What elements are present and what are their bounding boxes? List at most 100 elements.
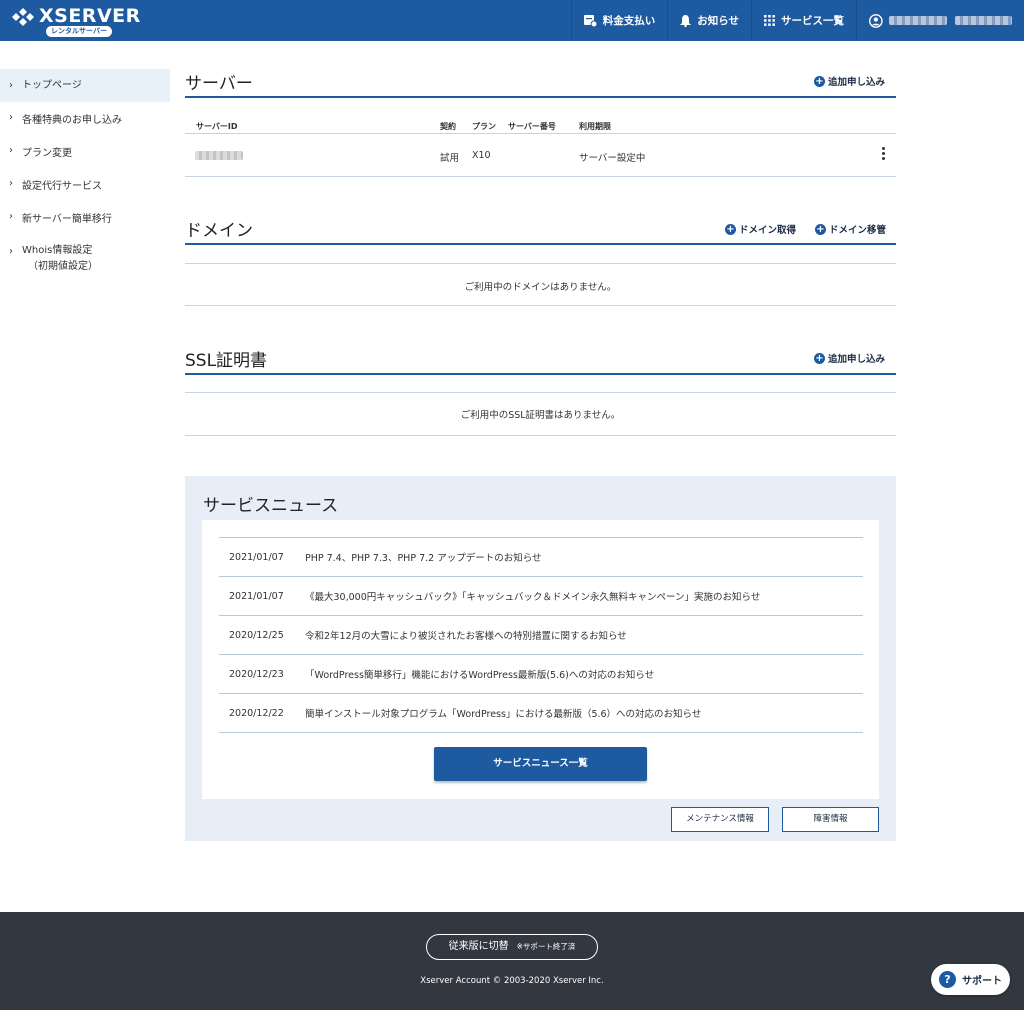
support-label: サポート: [962, 976, 1002, 987]
chevron-right-icon: ›: [9, 80, 13, 91]
switch-legacy-note: ※サポート終了済: [516, 942, 576, 951]
news-item[interactable]: 2021/01/07 《最大30,000円キャッシュバック》「キャッシュバック＆…: [219, 576, 863, 615]
server-plan-value: X10: [472, 150, 491, 161]
server-title-rule: [185, 96, 896, 98]
logo-subtitle: レンタルサーバー: [46, 26, 112, 37]
diamond-logo-icon: [12, 8, 34, 26]
server-table-bottom-rule: [185, 176, 896, 177]
ssl-section-title: SSL証明書: [185, 351, 268, 371]
header-nav: 料金支払い お知らせ サービス一覧: [570, 0, 1024, 41]
server-table-header-rule: [185, 133, 896, 134]
news-item[interactable]: 2020/12/23 「WordPress簡単移行」機能におけるWordPres…: [219, 654, 863, 693]
nav-service-list-label: サービス一覧: [781, 15, 844, 27]
sidebar-item-sublabel: （初期値設定）: [28, 261, 98, 272]
switch-legacy-label: 従来版に切替: [448, 941, 509, 952]
server-id-redacted: [195, 151, 243, 160]
sidebar-item-setup-service[interactable]: › 設定代行サービス: [0, 177, 170, 201]
server-section-title: サーバー: [185, 74, 253, 94]
sidebar-item-label: Whois情報設定: [22, 245, 93, 256]
col-server-id: サーバーID: [196, 122, 238, 131]
ssl-header-rule: [185, 392, 896, 393]
user-name-redacted: [888, 16, 948, 25]
failure-info-button[interactable]: 障害情報: [782, 807, 879, 832]
question-icon: ?: [939, 971, 956, 988]
news-date: 2020/12/23: [229, 668, 284, 680]
ssl-empty-message: ご利用中のSSL証明書はありません。: [460, 410, 621, 421]
sidebar: › トップページ › 各種特典のお申し込み › プラン変更 › 設定代行サービス…: [0, 69, 170, 275]
server-status-value: サーバー設定中: [579, 153, 646, 164]
news-list-bottom-rule: [219, 732, 863, 733]
logo-text: XSERVER: [39, 5, 141, 27]
more-vertical-icon[interactable]: [880, 147, 886, 163]
chevron-right-icon: ›: [9, 112, 13, 123]
domain-bottom-rule: [185, 305, 896, 306]
news-title: サービスニュース: [203, 496, 339, 516]
sidebar-item-label: 各種特典のお申し込み: [22, 115, 122, 126]
sidebar-item-benefits[interactable]: › 各種特典のお申し込み: [0, 111, 170, 135]
service-news-panel: サービスニュース 2021/01/07 PHP 7.4、PHP 7.3、PHP …: [185, 476, 896, 841]
plus-circle-icon: +: [814, 352, 825, 364]
footer: 従来版に切替 ※サポート終了済 Xserver Account © 2003-20…: [0, 912, 1024, 1010]
news-list-button[interactable]: サービスニュース一覧: [434, 747, 647, 781]
news-date: 2020/12/25: [229, 629, 284, 641]
sidebar-item-label: 設定代行サービス: [22, 181, 102, 192]
domain-title-rule: [185, 243, 896, 245]
news-item[interactable]: 2021/01/07 PHP 7.4、PHP 7.3、PHP 7.2 アップデー…: [219, 537, 863, 576]
nav-notice-label: お知らせ: [697, 15, 739, 27]
ssl-title-rule: [185, 373, 896, 375]
maintenance-info-button[interactable]: メンテナンス情報: [671, 807, 769, 832]
news-text: 簡単インストール対象プログラム「WordPress」における最新版（5.6）への…: [305, 709, 702, 720]
chevron-right-icon: ›: [9, 211, 13, 222]
domain-section-title: ドメイン: [185, 221, 253, 241]
user-id-redacted: [955, 16, 1013, 25]
switch-legacy-button[interactable]: 従来版に切替 ※サポート終了済: [426, 934, 598, 960]
chevron-right-icon: ›: [9, 145, 13, 156]
nav-notice[interactable]: お知らせ: [667, 0, 751, 41]
ssl-add-label: 追加申し込み: [828, 354, 886, 365]
domain-header-rule: [185, 263, 896, 264]
sidebar-item-plan-change[interactable]: › プラン変更: [0, 144, 170, 168]
server-add-label: 追加申し込み: [828, 77, 886, 88]
news-date: 2021/01/07: [229, 551, 284, 563]
domain-transfer-label: ドメイン移管: [829, 225, 887, 236]
news-item[interactable]: 2020/12/22 簡単インストール対象プログラム「WordPress」におけ…: [219, 693, 863, 732]
sidebar-item-label: トップページ: [22, 80, 82, 91]
nav-service-list[interactable]: サービス一覧: [751, 0, 856, 41]
chevron-right-icon: ›: [9, 178, 13, 189]
domain-empty-message: ご利用中のドメインはありません。: [464, 282, 617, 293]
plus-circle-icon: +: [814, 75, 825, 87]
news-date: 2020/12/22: [229, 707, 284, 719]
domain-transfer-link[interactable]: + ドメイン移管: [815, 222, 886, 236]
server-contract-value: 試用: [440, 153, 460, 164]
sidebar-item-top-page[interactable]: › トップページ: [0, 69, 170, 102]
ssl-bottom-rule: [185, 435, 896, 436]
bell-icon: [680, 14, 692, 27]
chevron-right-icon: ›: [9, 246, 13, 257]
sidebar-item-server-migration[interactable]: › 新サーバー簡単移行: [0, 210, 170, 234]
nav-user-menu[interactable]: [856, 0, 1024, 41]
ssl-add-link[interactable]: + 追加申し込み: [814, 351, 885, 365]
news-text: 「WordPress簡単移行」機能におけるWordPress最新版(5.6)への…: [305, 670, 655, 681]
xserver-logo[interactable]: XSERVER レンタルサーバー: [12, 5, 140, 38]
plus-circle-icon: +: [725, 223, 736, 235]
server-add-link[interactable]: + 追加申し込み: [814, 74, 885, 88]
user-icon: [869, 13, 883, 28]
news-text: 《最大30,000円キャッシュバック》「キャッシュバック＆ドメイン永久無料キャン…: [305, 592, 761, 603]
top-header: XSERVER レンタルサーバー 料金支払い お知らせ サービス一覧: [0, 0, 1024, 41]
sidebar-item-label: プラン変更: [22, 148, 72, 159]
domain-acquire-label: ドメイン取得: [739, 225, 797, 236]
col-server-number: サーバー番号: [508, 122, 556, 131]
col-contract: 契約: [440, 122, 456, 131]
news-item[interactable]: 2020/12/25 令和2年12月の大雪により被災されたお客様への特別措置に関…: [219, 615, 863, 654]
news-date: 2021/01/07: [229, 590, 284, 602]
domain-acquire-link[interactable]: + ドメイン取得: [725, 222, 796, 236]
sidebar-item-whois[interactable]: › Whois情報設定 （初期値設定）: [0, 243, 170, 275]
nav-payment[interactable]: 料金支払い: [570, 0, 668, 41]
nav-payment-label: 料金支払い: [602, 15, 656, 27]
col-expiry: 利用期限: [579, 122, 611, 131]
grid-icon: [764, 15, 775, 26]
payment-icon: [583, 14, 597, 27]
plus-circle-icon: +: [815, 223, 826, 235]
support-button[interactable]: ? サポート: [931, 964, 1010, 995]
news-text: 令和2年12月の大雪により被災されたお客様への特別措置に関するお知らせ: [305, 631, 627, 642]
